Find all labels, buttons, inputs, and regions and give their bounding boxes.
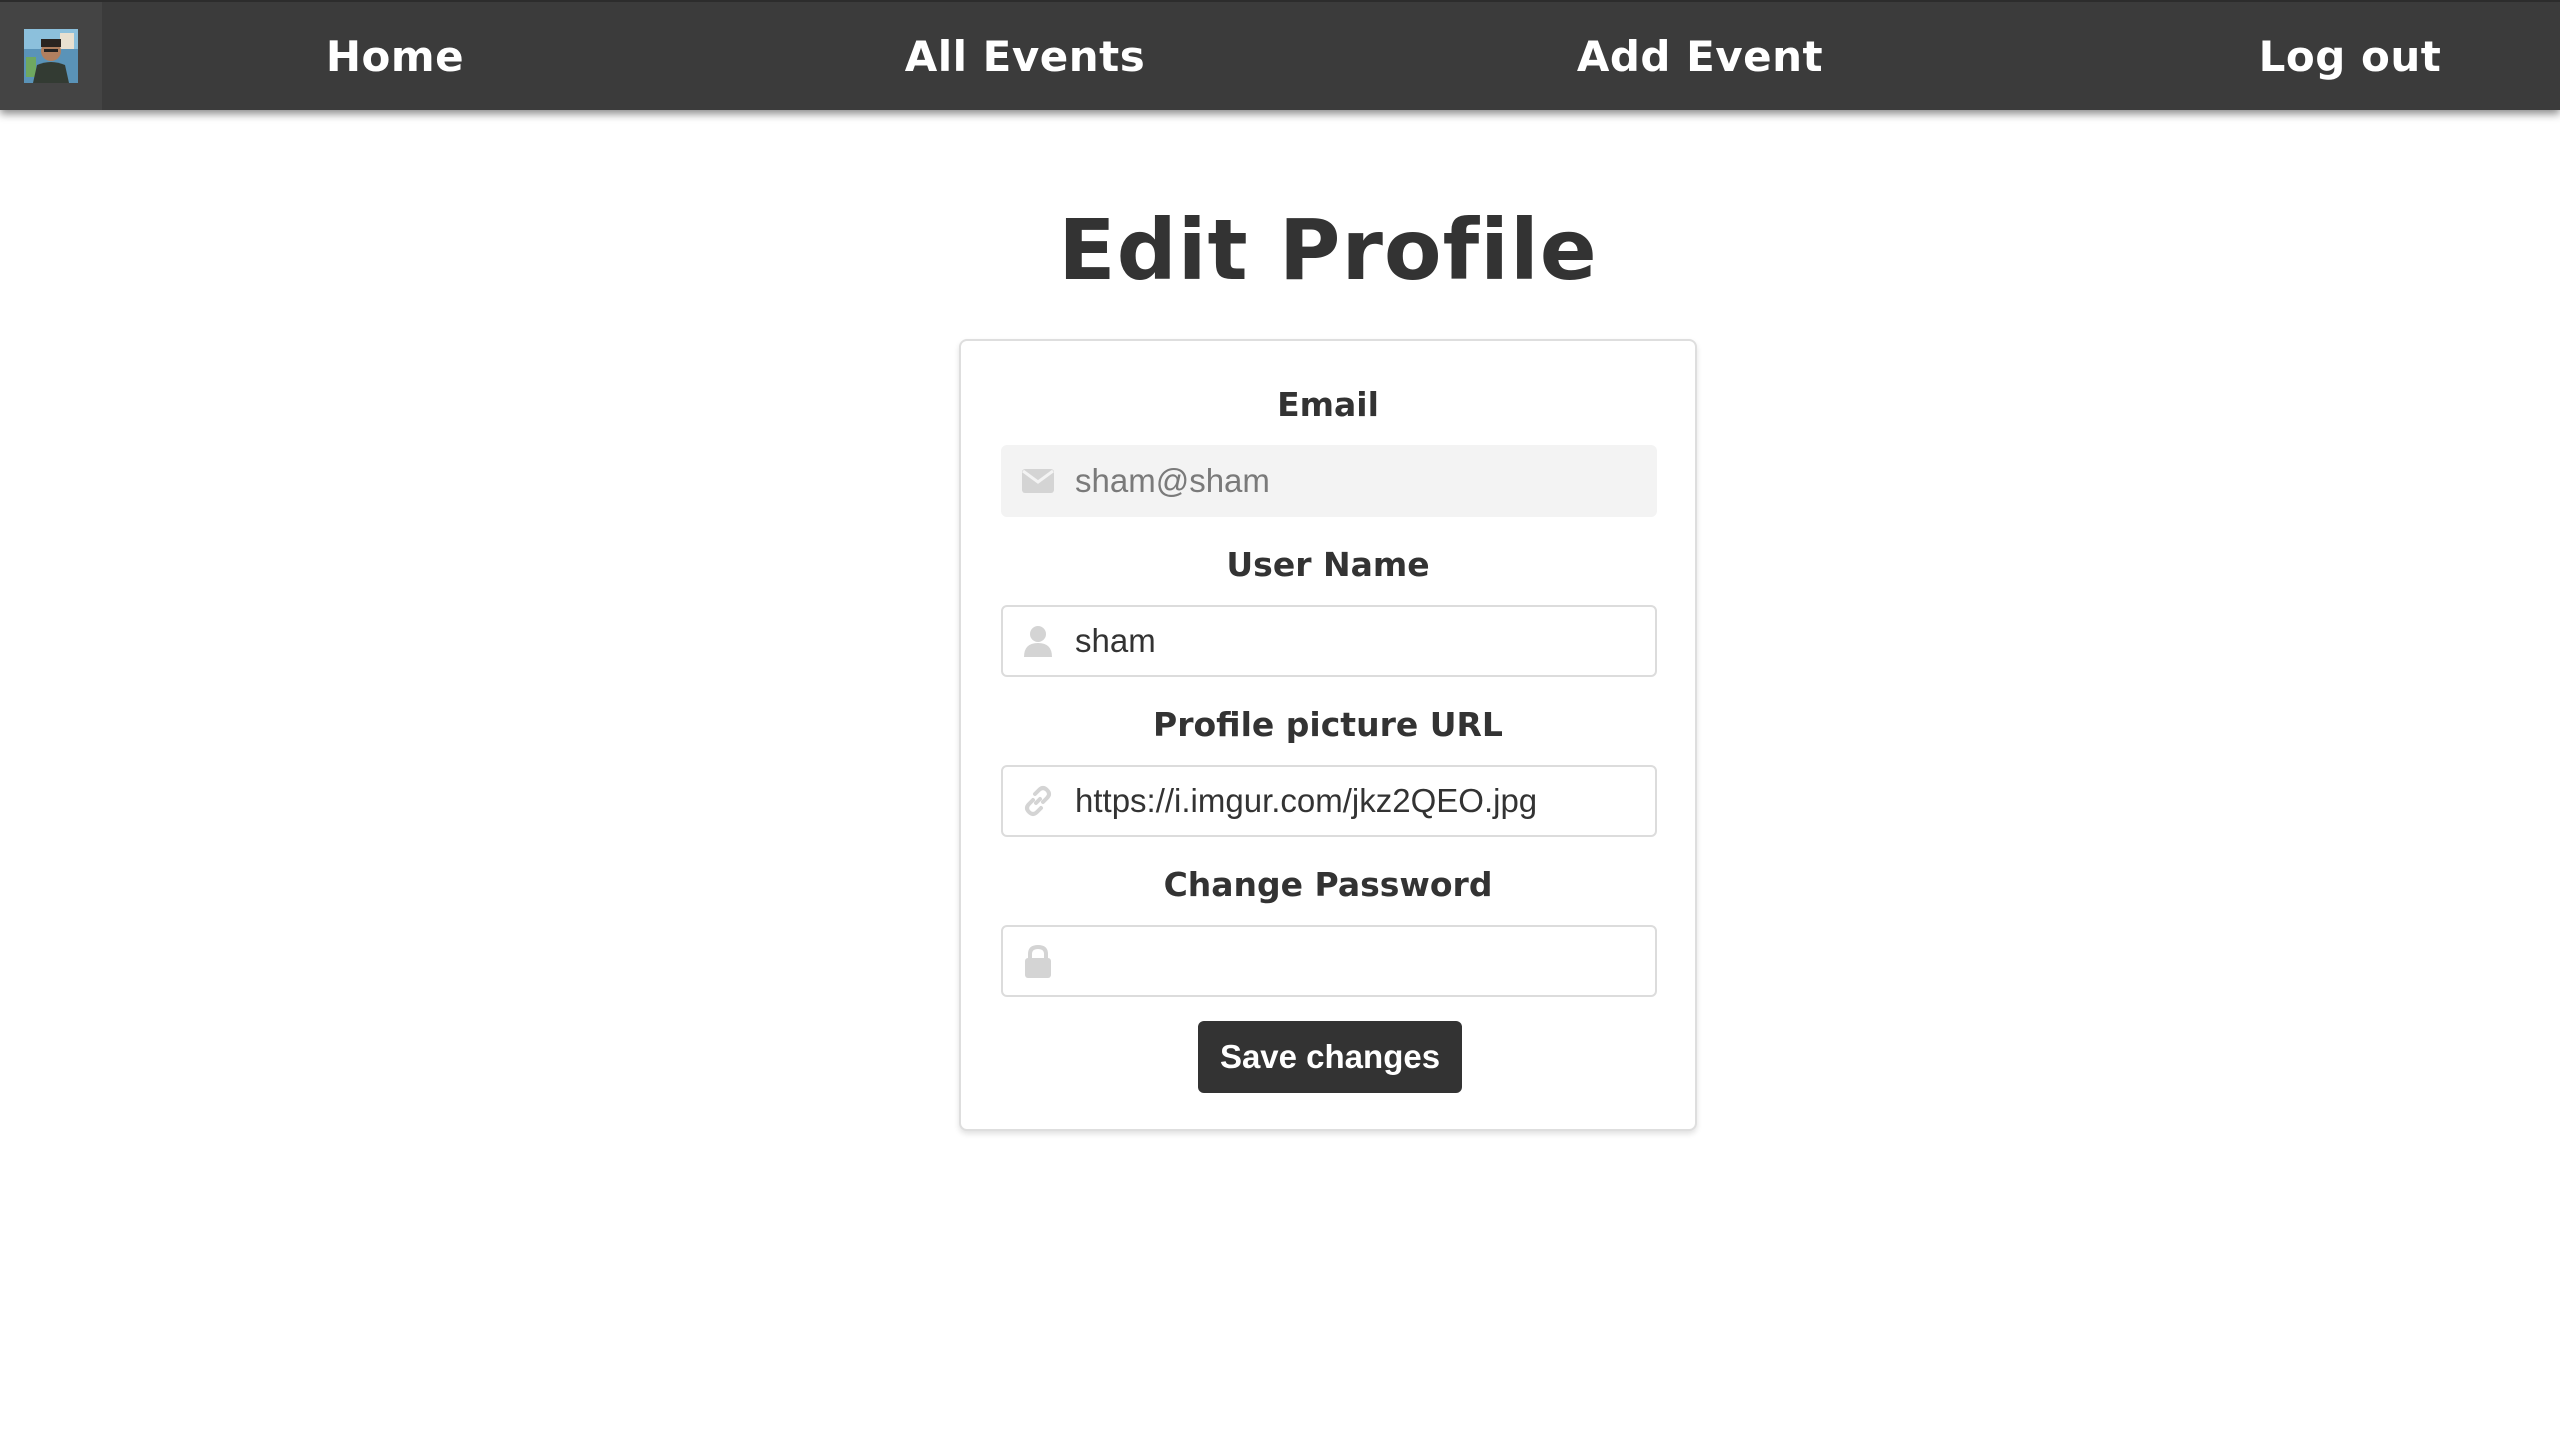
password-field[interactable] [1001, 925, 1657, 997]
email-input [1075, 451, 1635, 511]
nav-add-event-link[interactable]: Add Event [1540, 2, 1860, 110]
edit-profile-form: Email User Name Profile picture URL [959, 339, 1697, 1131]
user-icon [1003, 607, 1073, 675]
email-field [1001, 445, 1657, 517]
username-field[interactable] [1001, 605, 1657, 677]
envelope-icon [1003, 447, 1073, 515]
password-input[interactable] [1075, 931, 1635, 991]
link-icon [1003, 767, 1073, 835]
password-label: Change Password [1163, 865, 1493, 904]
picture-url-input[interactable] [1075, 771, 1635, 831]
email-label: Email [1277, 385, 1379, 424]
nav-logout-link[interactable]: Log out [2200, 2, 2500, 110]
nav-avatar-button[interactable] [0, 2, 102, 110]
nav-home-link[interactable]: Home [240, 2, 550, 110]
lock-icon [1003, 927, 1073, 995]
save-changes-button[interactable]: Save changes [1198, 1021, 1462, 1093]
avatar [24, 29, 78, 83]
page-title: Edit Profile [1058, 201, 1598, 299]
picture-url-field[interactable] [1001, 765, 1657, 837]
username-input[interactable] [1075, 611, 1635, 671]
nav-all-events-link[interactable]: All Events [860, 2, 1190, 110]
picture-url-label: Profile picture URL [1153, 705, 1503, 744]
username-label: User Name [1226, 545, 1430, 584]
top-navbar: Home All Events Add Event Log out [0, 0, 2560, 110]
